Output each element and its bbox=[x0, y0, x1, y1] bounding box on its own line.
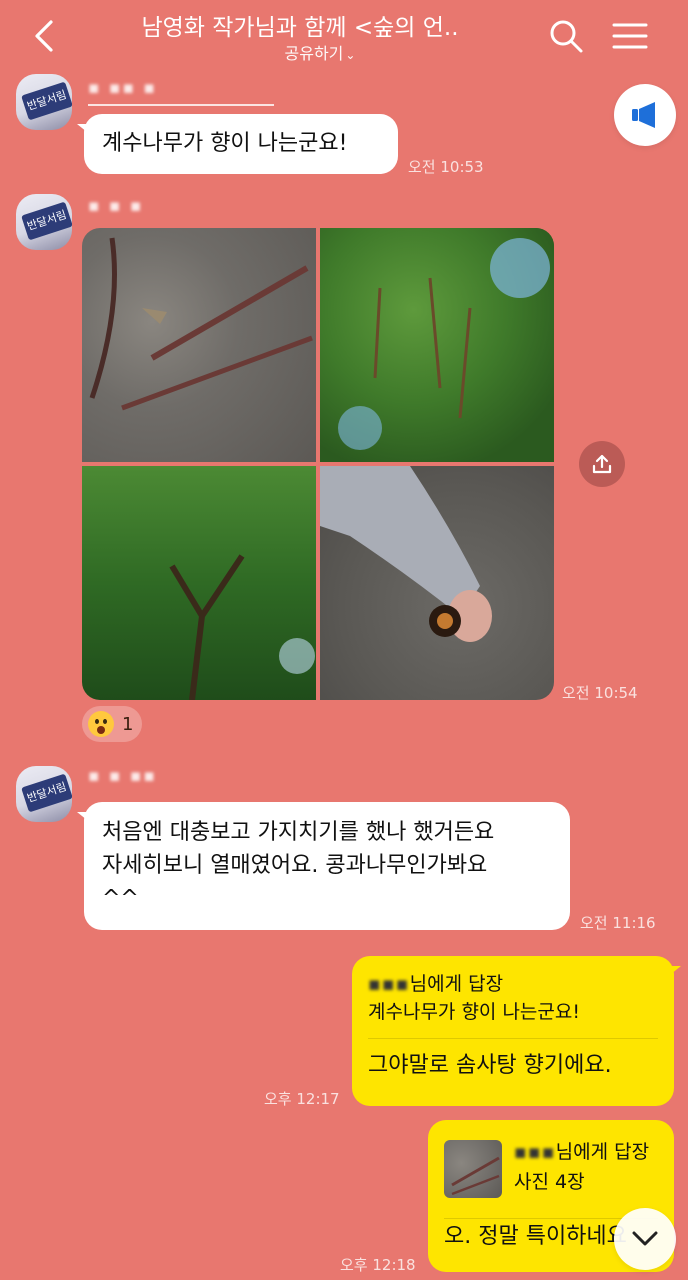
message-time: 오후 12:17 bbox=[264, 1090, 340, 1108]
reply-quote: 사진 4장 bbox=[514, 1171, 585, 1193]
photo-thumbnail[interactable] bbox=[82, 466, 316, 700]
message-line: 자세히보니 열매였어요. 콩과나무인가봐요 bbox=[102, 853, 488, 878]
avatar-sign: 반달서림 bbox=[21, 81, 72, 121]
sender-name-blurred: ▪ ▪ ▪ bbox=[88, 196, 144, 216]
avatar[interactable]: 반달서림 bbox=[16, 766, 72, 822]
message-time: 오후 12:18 bbox=[340, 1256, 416, 1274]
back-button[interactable] bbox=[22, 14, 66, 58]
message-line: 처음엔 대충보고 가지치기를 했나 했거든요 bbox=[102, 820, 495, 845]
reply-header: ▪▪▪님에게 답장 bbox=[514, 1138, 649, 1166]
message-time: 오전 10:54 bbox=[562, 684, 638, 702]
reply-target-blurred: ▪▪▪ bbox=[514, 1141, 556, 1163]
message-time: 오전 10:53 bbox=[408, 158, 484, 176]
reaction-count: 1 bbox=[122, 713, 134, 735]
reply-target: 님 bbox=[555, 1141, 574, 1163]
scroll-to-bottom-button[interactable] bbox=[614, 1208, 676, 1270]
share-icon bbox=[592, 454, 612, 474]
message-text: 그야말로 솜사탕 향기에요. bbox=[368, 1053, 612, 1078]
surprised-face-icon bbox=[88, 711, 114, 737]
menu-button[interactable] bbox=[608, 16, 652, 56]
avatar[interactable]: 반달서림 bbox=[16, 194, 72, 250]
search-icon bbox=[550, 20, 583, 53]
photo-thumbnail[interactable] bbox=[82, 228, 316, 462]
sender-name-blurred: ▪ ▪▪ ▪ bbox=[88, 78, 157, 98]
chat-title: 남영화 작가님과 함께 <숲의 언.. bbox=[141, 15, 459, 41]
share-dropdown[interactable]: 공유하기 ⌄ bbox=[240, 40, 400, 64]
share-label: 공유하기 bbox=[284, 44, 344, 63]
reply-photo-thumbnail bbox=[444, 1140, 502, 1198]
hamburger-menu-icon bbox=[612, 23, 648, 49]
reply-suffix: 에게 답장 bbox=[573, 1141, 650, 1163]
photo-thumbnail[interactable] bbox=[320, 228, 554, 462]
photo-thumbnail[interactable] bbox=[320, 466, 554, 700]
reply-divider bbox=[368, 1038, 658, 1039]
message-bubble[interactable]: 계수나무가 향이 나는군요! bbox=[77, 114, 398, 174]
chevron-down-icon: ⌄ bbox=[345, 48, 356, 62]
reply-target: 님 bbox=[409, 973, 428, 995]
message-line: ^^ bbox=[102, 886, 139, 911]
message-text: 계수나무가 향이 나는군요! bbox=[102, 131, 348, 156]
search-button[interactable] bbox=[546, 16, 586, 56]
chevron-down-icon bbox=[632, 1231, 658, 1246]
sender-name-blurred: ▪ ▪ ▪▪ bbox=[88, 766, 157, 786]
reply-header: ▪▪▪님에게 답장 bbox=[368, 970, 658, 998]
reaction-badge[interactable]: 1 bbox=[82, 706, 142, 742]
message-bubble[interactable]: 처음엔 대충보고 가지치기를 했나 했거든요 자세히보니 열매였어요. 콩과나무… bbox=[77, 802, 570, 930]
avatar-sign: 반달서림 bbox=[21, 773, 72, 813]
reply-target-blurred: ▪▪▪ bbox=[368, 973, 410, 995]
photo-grid[interactable] bbox=[82, 228, 554, 700]
notice-button[interactable] bbox=[614, 84, 676, 146]
message-time: 오전 11:16 bbox=[580, 914, 656, 932]
reply-bubble[interactable]: ▪▪▪님에게 답장 계수나무가 향이 나는군요! 그야말로 솜사탕 향기에요. bbox=[352, 956, 681, 1106]
message-text: 오. 정말 특이하네요 bbox=[444, 1224, 627, 1249]
avatar-sign: 반달서림 bbox=[21, 201, 72, 241]
avatar[interactable]: 반달서림 bbox=[16, 74, 72, 130]
reply-suffix: 에게 답장 bbox=[427, 973, 504, 995]
reply-quote: 계수나무가 향이 나는군요! bbox=[368, 1001, 580, 1023]
share-button[interactable] bbox=[579, 441, 625, 487]
chat-header: 남영화 작가님과 함께 <숲의 언.. 공유하기 ⌄ bbox=[0, 0, 688, 72]
name-underline bbox=[88, 104, 274, 106]
megaphone-icon bbox=[632, 102, 655, 128]
chevron-left-icon bbox=[35, 20, 53, 52]
